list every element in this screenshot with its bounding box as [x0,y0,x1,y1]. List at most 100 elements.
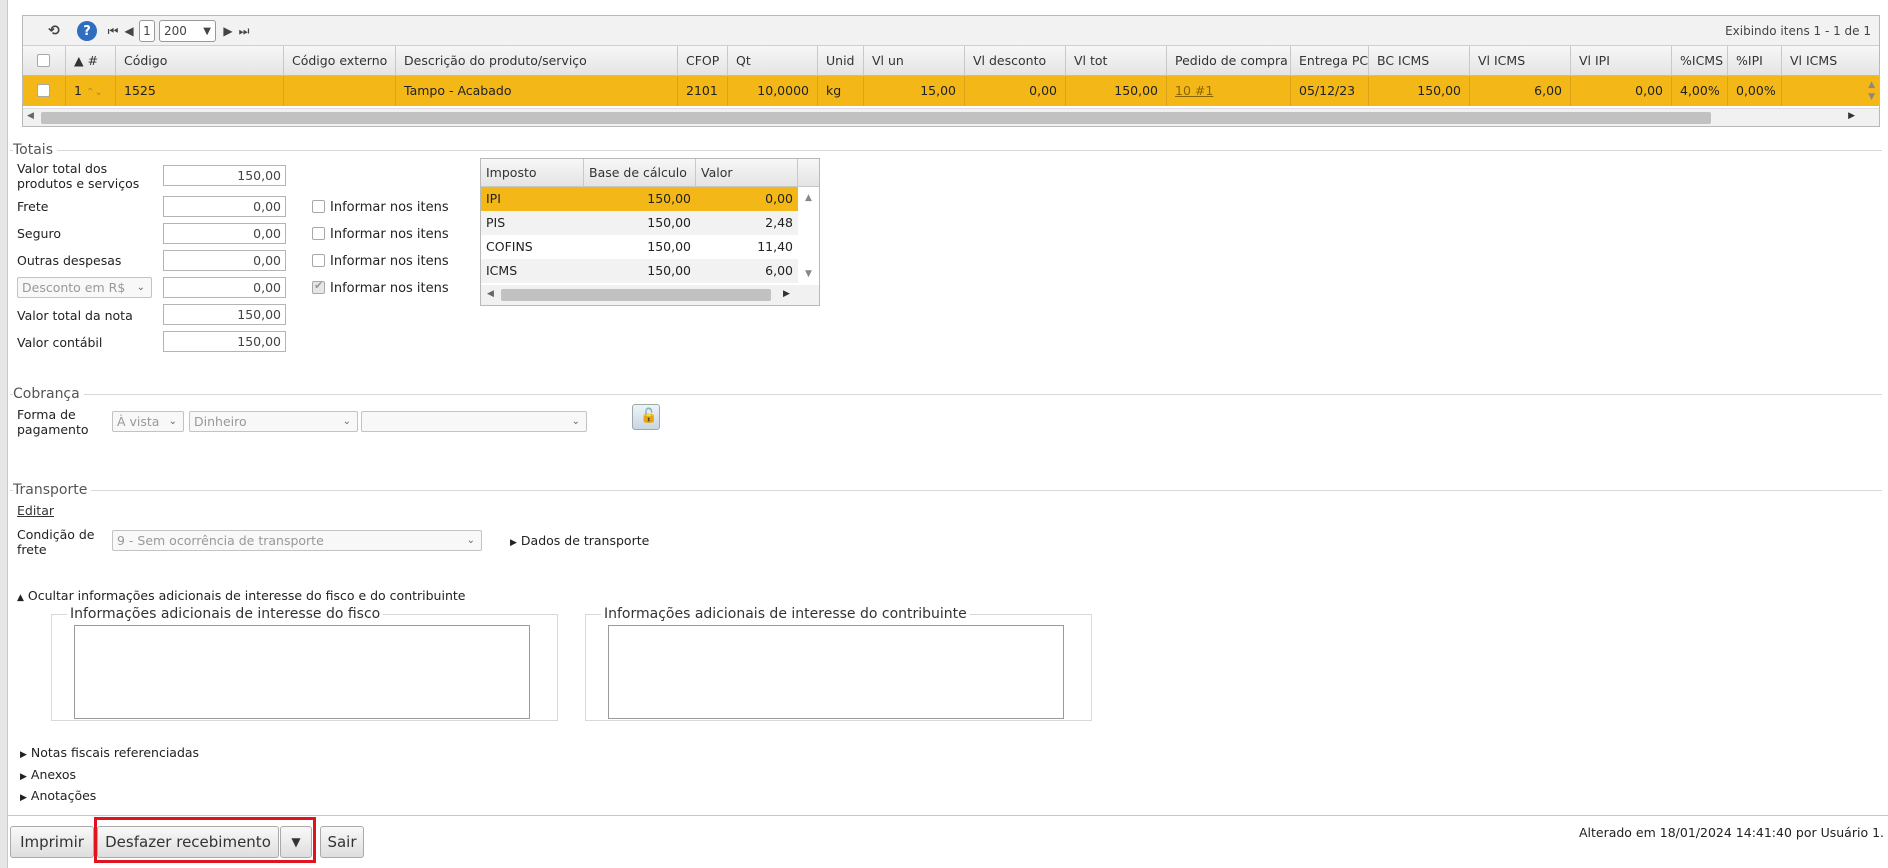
col-unid[interactable]: Unid [818,46,864,76]
scroll-left-icon[interactable]: ◀ [487,289,494,299]
table-row[interactable]: ICMS 150,00 6,00 [481,259,798,283]
help-icon[interactable]: ? [77,21,97,41]
sair-button[interactable]: Sair [320,826,364,858]
chevron-down-icon: ⌄ [168,416,177,427]
scroll-right-icon[interactable]: ▶ [1848,111,1855,121]
chevron-down-icon: ⌄ [466,535,475,546]
scroll-down-icon[interactable]: ▼ [805,269,812,279]
prev-page-icon[interactable]: ◀ [123,20,135,42]
totais-divider [10,150,1882,151]
refresh-icon[interactable]: ⟲ [43,20,65,42]
editar-link[interactable]: Editar [17,503,54,518]
next-page-icon[interactable]: ▶ [222,20,234,42]
adicionais-toggle[interactable]: ▲ Ocultar informações adicionais de inte… [17,588,465,603]
scrollbar-thumb[interactable] [501,289,771,301]
col-qt[interactable]: Qt [728,46,818,76]
grid-horizontal-scrollbar[interactable]: ◀ ▶ [23,108,1879,126]
col-codigo-externo[interactable]: Código externo [284,46,396,76]
row-checkbox[interactable] [37,84,50,97]
table-row[interactable]: 1 ⌃⌄ 1525 Tampo - Acabado 2101 10,0000 k… [23,76,1879,106]
select-all-cell[interactable] [23,46,66,76]
table-row[interactable]: COFINS 150,00 11,40 [481,235,798,259]
grid-status-text: Exibindo itens 1 - 1 de 1 [1725,24,1871,38]
seguro-field[interactable]: 0,00 [163,223,286,244]
valor-total-label: Valor total dos produtos e serviços [17,161,140,191]
col-vl-icms-2[interactable]: Vl ICMS [1782,46,1881,76]
seguro-informar-checkbox[interactable] [312,227,325,240]
chevron-down-icon: ⌄ [342,416,351,427]
imposto-base: 150,00 [647,191,691,206]
impostos-col-base[interactable]: Base de cálculo [584,159,696,187]
col-descricao[interactable]: Descrição do produto/serviço [396,46,678,76]
scroll-right-icon[interactable]: ▶ [783,289,790,299]
meio-pagamento-select[interactable]: Dinheiro ⌄ [189,411,358,432]
col-pedido[interactable]: Pedido de compra [1167,46,1291,76]
impostos-col-imposto[interactable]: Imposto [481,159,584,187]
imposto-valor: 2,48 [765,215,793,230]
condicao-pagamento-select[interactable]: ⌄ [361,411,587,432]
outras-field[interactable]: 0,00 [163,250,286,271]
reorder-arrows-icon[interactable]: ⌃⌄ [86,87,103,98]
anexos-toggle[interactable]: ▶ Anexos [20,767,76,782]
desconto-informar-checkbox[interactable] [312,279,325,294]
table-row[interactable]: PIS 150,00 2,48 [481,211,798,235]
outras-informar-checkbox[interactable] [312,254,325,267]
last-page-icon[interactable]: ⏭ [238,20,250,42]
highlight-box [94,817,316,863]
dados-transporte-toggle[interactable]: ▶ Dados de transporte [510,533,649,548]
scroll-down-icon[interactable]: ▼ [1868,92,1875,102]
col-num[interactable]: ▲ # [66,46,116,76]
col-entrega[interactable]: Entrega PC [1291,46,1369,76]
col-bc-icms[interactable]: BC ICMS [1369,46,1470,76]
scroll-up-icon[interactable]: ▲ [1868,80,1875,90]
anotacoes-toggle[interactable]: ▶ Anotações [20,788,96,803]
valor-contabil-field[interactable]: 150,00 [163,331,286,352]
col-vl-icms[interactable]: Vl ICMS [1470,46,1571,76]
cell-codigo: 1525 [116,76,284,106]
frete-field[interactable]: 0,00 [163,196,286,217]
notas-referenciadas-toggle[interactable]: ▶ Notas fiscais referenciadas [20,745,199,760]
caret-right-icon: ▶ [510,538,517,548]
valor-contabil-label: Valor contábil [17,335,103,350]
col-pct-ipi[interactable]: %IPI [1728,46,1782,76]
outras-label: Outras despesas [17,253,122,268]
frete-informar-checkbox[interactable] [312,200,325,213]
meio-pagamento-value: Dinheiro [194,414,247,429]
pedido-link[interactable]: 10 #1 [1175,83,1213,98]
col-vl-desconto[interactable]: Vl desconto [965,46,1066,76]
fisco-textarea[interactable] [74,625,530,719]
cell-vl-desconto: 0,00 [965,76,1066,106]
scrollbar-thumb[interactable] [41,112,1711,124]
first-page-icon[interactable]: ⏮ [107,20,119,42]
page-size-select[interactable]: 200 ▼ [159,20,216,42]
desconto-type-select[interactable]: Desconto em R$ ⌄ [17,277,152,298]
impostos-col-valor[interactable]: Valor [696,159,798,187]
table-row[interactable]: IPI 150,00 0,00 [481,187,798,211]
condicao-frete-value: 9 - Sem ocorrência de transporte [117,533,324,548]
contribuinte-legend: Informações adicionais de interesse do c… [601,606,970,622]
page-number-input[interactable]: 1 [139,20,155,42]
col-vl-tot[interactable]: Vl tot [1066,46,1167,76]
contribuinte-textarea[interactable] [608,625,1064,719]
valor-nota-field[interactable]: 150,00 [163,304,286,325]
valor-total-field[interactable]: 150,00 [163,165,286,186]
desconto-field[interactable]: 0,00 [163,277,286,298]
col-codigo[interactable]: Código [116,46,284,76]
imposto-valor: 11,40 [757,239,793,254]
col-pct-icms[interactable]: %ICMS [1672,46,1728,76]
col-cfop[interactable]: CFOP [678,46,728,76]
imprimir-button[interactable]: Imprimir [10,826,94,858]
col-vl-ipi[interactable]: Vl IPI [1571,46,1672,76]
cell-vl-un: 15,00 [864,76,965,106]
cobranca-divider [10,394,1882,395]
impostos-horizontal-scrollbar[interactable]: ◀ ▶ [481,285,819,305]
unlock-button[interactable]: 🔓 [632,404,660,430]
scroll-up-icon[interactable]: ▲ [805,193,812,203]
col-vl-un[interactable]: Vl un [864,46,965,76]
valor-nota-label: Valor total da nota [17,308,133,323]
forma-pagamento-select[interactable]: À vista ⌄ [112,411,184,432]
select-all-checkbox[interactable] [37,54,50,67]
condicao-frete-label: Condição de frete [17,527,95,557]
scroll-left-icon[interactable]: ◀ [27,111,34,121]
condicao-frete-select[interactable]: 9 - Sem ocorrência de transporte ⌄ [112,530,482,551]
